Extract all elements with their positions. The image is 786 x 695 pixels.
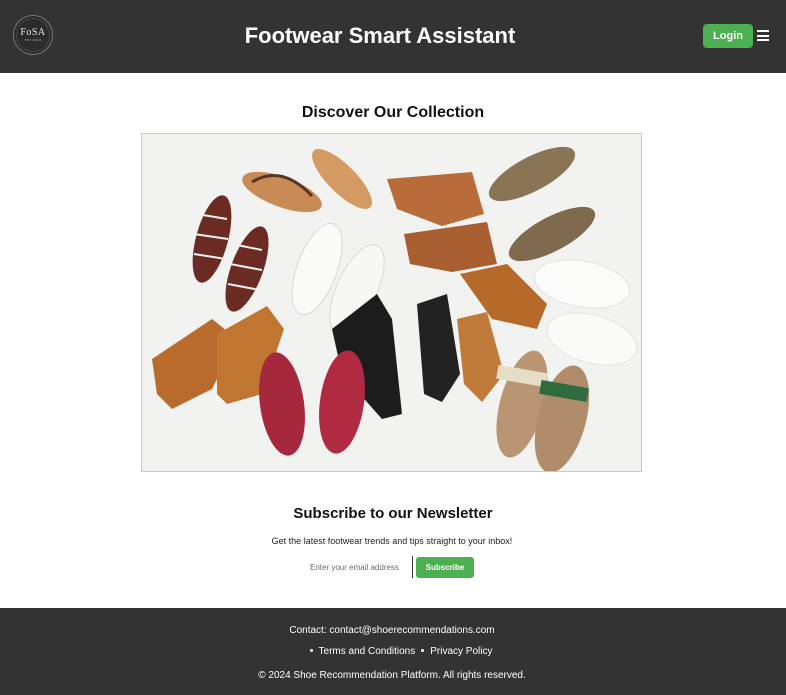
collection-image[interactable] xyxy=(141,133,642,472)
shoes-illustration xyxy=(142,134,641,471)
footer-links: Terms and Conditions Privacy Policy xyxy=(0,645,786,658)
site-footer: Contact: contact@shoerecommendations.com… xyxy=(0,608,786,695)
bullet-icon xyxy=(309,648,313,652)
bullet-icon xyxy=(421,648,425,652)
menu-bar xyxy=(757,30,769,32)
site-header: FoSA EST 2024 Footwear Smart Assistant L… xyxy=(0,0,786,73)
newsletter-form: Subscribe xyxy=(305,556,474,578)
terms-link[interactable]: Terms and Conditions xyxy=(319,646,416,657)
collection-title: Discover Our Collection xyxy=(301,104,485,121)
newsletter-description: Get the latest footwear trends and tips … xyxy=(271,536,513,546)
subscribe-button[interactable]: Subscribe xyxy=(416,556,474,578)
contact-text: Contact: contact@shoerecommendations.com xyxy=(289,625,495,636)
site-title: Footwear Smart Assistant xyxy=(244,23,516,48)
copyright-text: © 2024 Shoe Recommendation Platform. All… xyxy=(258,670,526,681)
menu-bar xyxy=(757,34,769,37)
newsletter-title: Subscribe to our Newsletter xyxy=(293,505,493,522)
menu-bar xyxy=(757,39,769,41)
hamburger-menu-icon[interactable] xyxy=(757,29,769,42)
login-button[interactable]: Login xyxy=(703,24,753,48)
privacy-link[interactable]: Privacy Policy xyxy=(430,646,492,657)
email-input[interactable] xyxy=(305,556,413,578)
